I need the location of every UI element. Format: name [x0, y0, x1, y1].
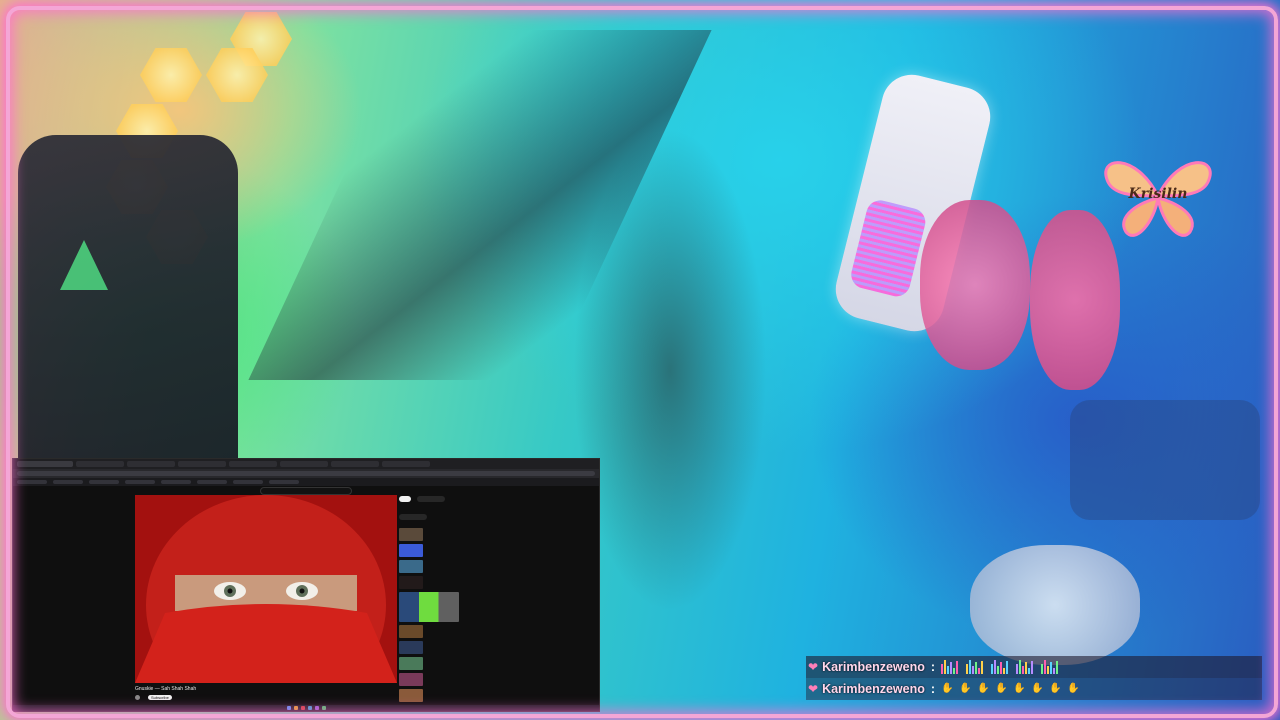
chat-overlay: ❤ Karimbenzeweno : ❤ Karimbenzeweno : ✋ ✋…	[806, 656, 1262, 700]
bookmarks-bar	[13, 478, 599, 486]
browser-tab[interactable]	[229, 461, 277, 467]
bookmark-item[interactable]	[125, 480, 155, 484]
browser-tab[interactable]	[17, 461, 73, 467]
taskbar-app-icon[interactable]	[300, 706, 305, 710]
video-frame	[135, 495, 397, 683]
video-title: Gnuskie — Sah Shah Shah	[135, 686, 197, 692]
heart-badge-icon: ❤	[808, 660, 819, 674]
hand-emote-icon: ✋	[1031, 683, 1044, 694]
hex-light-panel	[140, 48, 202, 102]
browser-tab[interactable]	[127, 461, 175, 467]
recommended-video[interactable]	[399, 641, 465, 654]
browser-window-capture: Gnuskie — Sah Shah Shah Subscribe	[12, 458, 600, 712]
equalizer-emote-icon	[966, 660, 984, 674]
filter-chip[interactable]	[399, 514, 427, 520]
video-channel-row: Subscribe	[135, 695, 172, 700]
recommendations-sidebar	[399, 489, 465, 702]
subscribe-button[interactable]: Subscribe	[148, 695, 172, 700]
equalizer-emote-icon	[941, 660, 959, 674]
recommended-video[interactable]	[399, 657, 465, 670]
channel-logo-text: Krisilin	[1128, 186, 1188, 202]
chair-logo	[60, 240, 108, 290]
hand-emote-icon: ✋	[1067, 683, 1080, 694]
plush-toy	[920, 200, 1030, 370]
recommended-video[interactable]	[399, 576, 465, 589]
taskbar-app-icon[interactable]	[314, 706, 319, 710]
recommended-video[interactable]	[399, 528, 465, 541]
browser-tab[interactable]	[178, 461, 226, 467]
recommended-video[interactable]	[399, 673, 465, 686]
bookmark-item[interactable]	[17, 480, 47, 484]
address-bar	[13, 469, 599, 478]
filter-chip[interactable]	[417, 496, 446, 502]
chat-message: ❤ Karimbenzeweno : ✋ ✋ ✋ ✋ ✋ ✋ ✋ ✋	[806, 678, 1262, 700]
bookmark-item[interactable]	[89, 480, 119, 484]
bookmark-item[interactable]	[53, 480, 83, 484]
bookmark-item[interactable]	[161, 480, 191, 484]
chat-emotes	[941, 660, 1059, 674]
equalizer-emote-icon	[1016, 660, 1034, 674]
hand-emote-icon: ✋	[1013, 683, 1026, 694]
hand-emote-icon: ✋	[941, 683, 954, 694]
chat-username[interactable]: Karimbenzeweno	[822, 682, 925, 696]
taskbar-app-icon[interactable]	[293, 706, 298, 710]
os-taskbar	[13, 705, 599, 711]
youtube-search-input[interactable]	[260, 487, 352, 495]
bookmark-item[interactable]	[269, 480, 299, 484]
browser-tab[interactable]	[331, 461, 379, 467]
channel-avatar[interactable]	[135, 695, 140, 700]
start-icon[interactable]	[286, 706, 291, 710]
heart-badge-icon: ❤	[808, 682, 819, 696]
bookmark-item[interactable]	[197, 480, 227, 484]
chat-message: ❤ Karimbenzeweno :	[806, 656, 1262, 678]
stream-scene: Krisilin Gnuskie — Sah Shah Shah Subscri…	[0, 0, 1280, 720]
recommended-video[interactable]	[399, 560, 465, 573]
hand-emote-icon: ✋	[959, 683, 972, 694]
taskbar-app-icon[interactable]	[307, 706, 312, 710]
equalizer-emote-icon	[991, 660, 1009, 674]
chat-emotes: ✋ ✋ ✋ ✋ ✋ ✋ ✋ ✋	[941, 683, 1080, 694]
browser-tab[interactable]	[76, 461, 124, 467]
taskbar-app-icon[interactable]	[321, 706, 326, 710]
hand-emote-icon: ✋	[1049, 683, 1062, 694]
recommended-video[interactable]	[399, 689, 465, 702]
chat-separator: :	[930, 682, 936, 696]
recommended-video[interactable]	[399, 625, 465, 638]
chat-separator: :	[930, 660, 936, 674]
browser-tab-bar	[13, 459, 599, 469]
gaming-chair	[18, 135, 238, 475]
microphone-led	[848, 197, 929, 300]
chat-username[interactable]: Karimbenzeweno	[822, 660, 925, 674]
filter-chip[interactable]	[399, 496, 411, 502]
hand-emote-icon: ✋	[995, 683, 1008, 694]
plush-shelf	[1070, 400, 1260, 520]
recommended-video[interactable]	[399, 544, 465, 557]
equalizer-emote-icon	[1041, 660, 1059, 674]
browser-tab[interactable]	[280, 461, 328, 467]
hand-emote-icon: ✋	[977, 683, 990, 694]
video-player[interactable]	[135, 495, 397, 683]
recommended-video[interactable]	[399, 592, 465, 622]
bookmark-item[interactable]	[233, 480, 263, 484]
browser-tab[interactable]	[382, 461, 430, 467]
url-field[interactable]	[17, 471, 595, 476]
channel-logo: Krisilin	[1096, 152, 1220, 240]
plush-toy	[970, 545, 1140, 665]
